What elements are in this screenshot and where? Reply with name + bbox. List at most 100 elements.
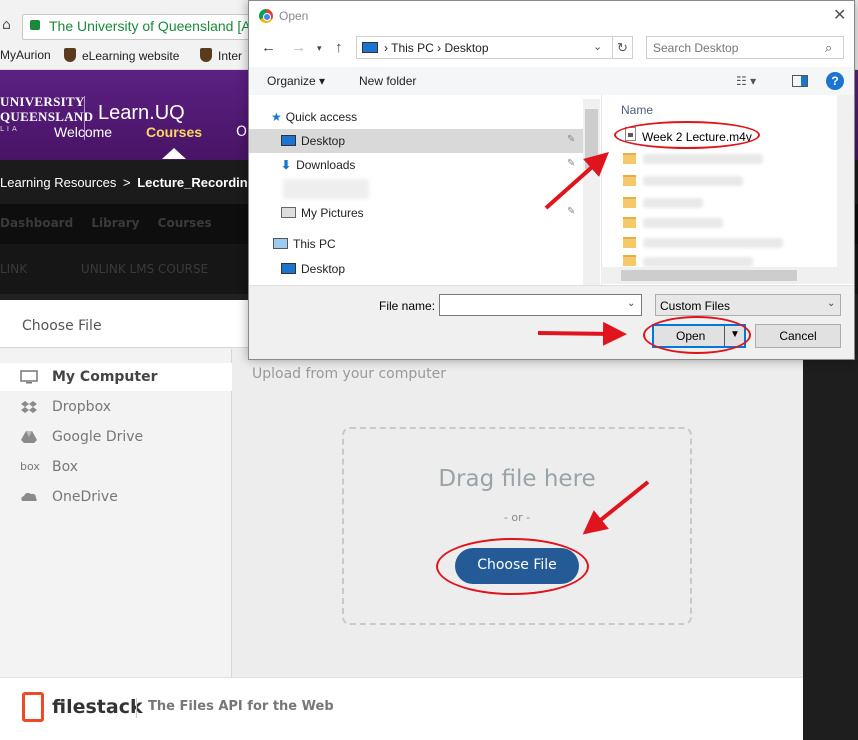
active-nav-caret: [162, 148, 186, 159]
onedrive-icon: [21, 492, 37, 501]
highlight-ring: [436, 538, 589, 595]
path-bar[interactable]: › This PC › Desktop ⌄: [356, 36, 613, 59]
source-label: Google Drive: [52, 429, 144, 445]
or-text: - or -: [503, 511, 531, 524]
footer-divider: [136, 698, 137, 718]
file-vscrollbar[interactable]: [837, 95, 854, 267]
uq-logo[interactable]: UNIVERSITY QUEENSLAND: [0, 94, 93, 124]
box-icon: box: [20, 460, 40, 473]
blurred-nav-item: [283, 179, 369, 199]
folder-icon: [623, 153, 636, 164]
file-hscrollbar-thumb[interactable]: [621, 270, 797, 281]
course-nav-dashboard[interactable]: Dashboard: [0, 216, 73, 230]
pin-icon[interactable]: ✎: [567, 158, 575, 169]
forward-arrow-icon[interactable]: →: [291, 39, 306, 56]
chevron-down-icon[interactable]: ⌄: [627, 298, 635, 309]
breadcrumb-learning-resources[interactable]: Learning Resources: [0, 175, 116, 190]
filestack-tagline: The Files API for the Web: [148, 699, 334, 714]
nav-scrollbar-thumb[interactable]: [585, 109, 598, 169]
nav-this-pc[interactable]: This PC: [273, 237, 573, 261]
path-crumbs: › This PC › Desktop: [384, 41, 489, 55]
source-dropbox[interactable]: Dropbox: [0, 393, 232, 421]
unlink-lms-course-button[interactable]: UNLINK LMS COURSE: [81, 262, 208, 276]
nav-welcome[interactable]: Welcome: [54, 124, 112, 140]
link-button[interactable]: LINK: [0, 262, 27, 276]
blurred-file: [643, 218, 723, 228]
blurred-file: [643, 257, 753, 267]
pc-icon: [362, 42, 378, 53]
new-folder-button[interactable]: New folder: [359, 74, 416, 88]
address-bar[interactable]: The University of Queensland [A: [22, 14, 262, 40]
folder-icon: [623, 175, 636, 186]
folder-icon: [623, 217, 636, 228]
upload-label: Upload from your computer: [252, 366, 446, 382]
dialog-title: Open: [279, 9, 309, 23]
bookmark-elearning[interactable]: eLearning website: [64, 48, 179, 63]
breadcrumb-separator: >: [122, 175, 131, 190]
download-icon: ⬇: [281, 158, 292, 172]
nav-courses[interactable]: Courses: [146, 124, 202, 140]
search-input[interactable]: Search Desktop: [646, 36, 844, 59]
file-type-select[interactable]: Custom Files: [655, 294, 841, 316]
nav-desktop-pc[interactable]: Desktop: [281, 262, 581, 286]
view-options-icon[interactable]: ☷ ▾: [736, 74, 756, 88]
dialog-toolbar: [249, 67, 854, 95]
source-google-drive[interactable]: Google Drive: [0, 423, 232, 451]
home-icon[interactable]: ⌂: [2, 17, 11, 33]
folder-icon: [623, 237, 636, 248]
blurred-file: [643, 154, 763, 164]
filestack-title: Choose File: [22, 318, 102, 334]
nav-other[interactable]: O: [236, 124, 247, 140]
chevron-down-icon[interactable]: ⌄: [593, 40, 602, 53]
course-nav-library[interactable]: Library: [91, 216, 139, 230]
source-onedrive[interactable]: OneDrive: [0, 483, 232, 511]
pin-icon[interactable]: ✎: [567, 206, 575, 217]
google-drive-icon: [21, 431, 37, 443]
chevron-down-icon[interactable]: ⌄: [827, 298, 835, 309]
source-my-computer[interactable]: My Computer: [0, 363, 232, 391]
site-name[interactable]: Learn.UQ: [98, 102, 185, 125]
back-arrow-icon[interactable]: ←: [261, 39, 276, 56]
dropzone[interactable]: [342, 427, 692, 625]
path-this-pc[interactable]: This PC: [391, 41, 434, 55]
refresh-icon[interactable]: ↻: [613, 36, 633, 59]
folder-icon: [623, 255, 636, 266]
lock-icon: [30, 20, 40, 30]
close-icon[interactable]: ✕: [833, 5, 846, 25]
source-label: Dropbox: [52, 399, 111, 415]
nav-desktop-quick[interactable]: Desktop ✎: [249, 129, 583, 153]
recent-chevron-icon[interactable]: ▾: [317, 43, 322, 54]
cancel-button[interactable]: Cancel: [755, 324, 841, 348]
up-arrow-icon[interactable]: ↑: [335, 39, 343, 56]
bookmark-inter[interactable]: Inter: [200, 48, 242, 63]
background-strip: [803, 360, 858, 740]
pictures-icon: [281, 207, 296, 218]
preview-pane-icon[interactable]: [792, 75, 808, 87]
source-label: Box: [52, 459, 79, 475]
pin-icon[interactable]: ✎: [567, 134, 575, 145]
bookmark-myaurion[interactable]: MyAurion: [0, 48, 51, 62]
dropbox-icon: [21, 401, 37, 413]
source-label: My Computer: [52, 369, 158, 385]
file-name-input[interactable]: [439, 294, 642, 316]
uq-shield-icon: [200, 48, 212, 62]
pc-icon: [273, 238, 288, 249]
desktop-icon: [281, 263, 296, 274]
organize-button[interactable]: Organize ▾: [267, 74, 325, 88]
nav-my-pictures[interactable]: My Pictures ✎: [281, 206, 581, 230]
open-file-dialog: Open ✕ ← → ▾ ↑ › This PC › Desktop ⌄ ↻ S…: [248, 0, 855, 360]
filestack-brand[interactable]: filestack: [52, 696, 143, 718]
source-box[interactable]: box Box: [0, 453, 232, 481]
breadcrumb-lecture-recordings: Lecture_Recordings: [137, 175, 263, 190]
desktop-icon: [281, 135, 296, 146]
drag-text: Drag file here: [438, 466, 596, 492]
source-label: OneDrive: [52, 489, 118, 505]
name-column-header[interactable]: Name: [621, 103, 653, 117]
path-desktop[interactable]: Desktop: [444, 41, 488, 55]
chrome-icon: [259, 9, 273, 23]
blurred-file: [643, 198, 703, 208]
help-icon[interactable]: ?: [826, 72, 844, 90]
uq-logo-sub: LIA: [0, 125, 20, 133]
filestack-logo-icon: [22, 692, 44, 722]
course-nav-courses[interactable]: Courses: [158, 216, 212, 230]
